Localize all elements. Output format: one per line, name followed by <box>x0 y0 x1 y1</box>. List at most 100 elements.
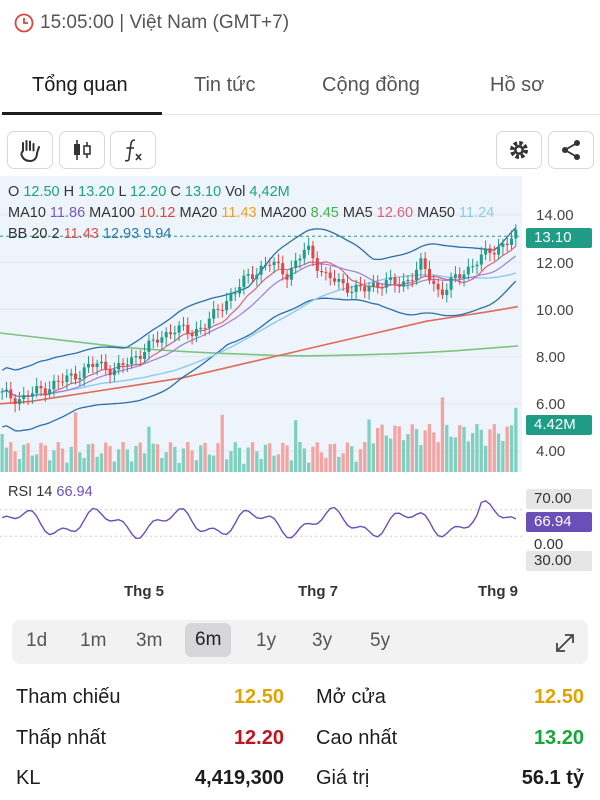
volume-bar <box>466 441 470 472</box>
candle-body <box>91 363 95 367</box>
volume-bar <box>52 450 56 472</box>
volume-bar <box>121 442 125 472</box>
candle-body <box>246 274 250 276</box>
candle-body <box>505 243 509 245</box>
price-tick: 6.00 <box>536 396 566 413</box>
range-1m[interactable]: 1m <box>80 630 106 652</box>
volume-bar <box>43 445 47 472</box>
pan-tool-button[interactable] <box>7 131 53 169</box>
candle-body <box>9 389 13 399</box>
candle-body <box>169 332 172 335</box>
candlestick-button[interactable] <box>59 131 105 169</box>
tab-bar: Tổng quan Tin tức Cộng đồng Hồ sơ <box>0 62 600 115</box>
tab-overview[interactable]: Tổng quan <box>32 74 128 97</box>
ma-legend: MA10 11.86 MA100 10.12 MA20 11.43 MA200 … <box>8 205 495 221</box>
candle-body <box>186 324 190 334</box>
volume-bar <box>147 426 151 472</box>
candle-body <box>220 310 224 311</box>
candle-body <box>371 282 375 287</box>
candle-body <box>13 398 17 404</box>
candle-body <box>294 260 298 268</box>
active-tab-indicator <box>2 112 162 115</box>
volume-bar <box>401 440 406 472</box>
candle-body <box>125 364 129 366</box>
share-button[interactable] <box>548 131 594 169</box>
range-1d[interactable]: 1d <box>26 630 47 652</box>
volume-bar <box>393 425 397 472</box>
ma10-label: MA10 <box>8 205 46 221</box>
rsi-level-30: 30.00 <box>526 551 592 571</box>
candle-body <box>449 277 453 290</box>
volume-bar <box>384 435 388 472</box>
stat-high-value: 13.20 <box>533 727 584 749</box>
volume-bar <box>367 419 371 472</box>
tab-profile[interactable]: Hồ sơ <box>490 74 544 97</box>
volume-bar <box>190 450 194 472</box>
stat-reference-value: 12.50 <box>233 686 284 708</box>
volume-bar <box>276 454 281 472</box>
timezone-label: 15:05:00 | Việt Nam (GMT+7) <box>40 12 290 33</box>
volume-bar <box>471 433 475 472</box>
candle-body <box>432 280 436 284</box>
volume-bar <box>445 424 449 472</box>
stat-open-label: Mở cửa <box>316 686 386 708</box>
candle-body <box>30 393 34 397</box>
stat-value-label: Giá trị <box>316 767 370 789</box>
candle-body <box>510 238 513 245</box>
expand-icon[interactable] <box>554 632 576 654</box>
stat-open-value: 12.50 <box>533 686 584 708</box>
candle-body <box>95 363 99 367</box>
tab-community[interactable]: Cộng đồng <box>322 74 420 97</box>
ma5-label: MA5 <box>342 205 373 221</box>
candle-body <box>389 277 393 280</box>
volume-bar <box>354 461 358 472</box>
candle-body <box>341 279 345 284</box>
volume-bar <box>479 429 483 472</box>
volume-bar <box>177 462 181 472</box>
candle-body <box>130 357 134 365</box>
range-6m[interactable]: 6m <box>185 623 232 657</box>
x-tick: Thg 5 <box>124 583 164 600</box>
range-5y[interactable]: 5y <box>370 630 390 652</box>
volume-bar <box>164 452 168 472</box>
volume-bar <box>492 424 496 472</box>
candle-body <box>173 332 177 335</box>
candle-body <box>410 279 414 281</box>
volume-bar <box>427 424 432 472</box>
price-tick: 10.00 <box>536 302 574 319</box>
volume-bar <box>475 424 479 472</box>
candle-body <box>298 258 302 261</box>
price-tick: 14.00 <box>536 207 574 224</box>
range-3m[interactable]: 3m <box>136 630 162 652</box>
hand-icon <box>20 140 40 163</box>
volume-bar <box>289 460 293 472</box>
bb-legend: BB 20 2 11.43 12.93 9.94 <box>8 226 172 242</box>
range-3y[interactable]: 3y <box>312 630 332 652</box>
volume-bar <box>39 442 43 472</box>
stat-high-label: Cao nhất <box>316 727 398 749</box>
candle-body <box>108 369 112 376</box>
volume-bar <box>233 442 237 472</box>
tab-news[interactable]: Tin tức <box>194 74 256 97</box>
candle-body <box>471 266 475 268</box>
volume-bar <box>95 456 99 472</box>
volume-bar <box>199 445 203 472</box>
range-selector: 1d 1m 3m 6m 1y 3y 5y <box>12 620 588 664</box>
volume-bar <box>125 449 129 472</box>
candle-body <box>311 245 315 259</box>
volume-bar <box>501 440 505 472</box>
candle-body <box>65 375 69 383</box>
candle-body <box>156 339 159 343</box>
candle-body <box>78 377 82 380</box>
candle-body <box>393 277 397 285</box>
range-1y[interactable]: 1y <box>256 630 276 652</box>
candle-body <box>216 309 220 310</box>
volume-bar <box>65 462 69 472</box>
ohlc-legend: O 12.50 H 13.20 L 12.20 C 13.10 Vol 4,42… <box>8 184 290 200</box>
candle-body <box>380 287 384 289</box>
indicators-button[interactable] <box>110 131 156 169</box>
chart-settings-button[interactable] <box>496 131 542 169</box>
volume-bar <box>13 451 17 472</box>
volume-bar <box>272 455 276 472</box>
candle-body <box>406 279 410 282</box>
